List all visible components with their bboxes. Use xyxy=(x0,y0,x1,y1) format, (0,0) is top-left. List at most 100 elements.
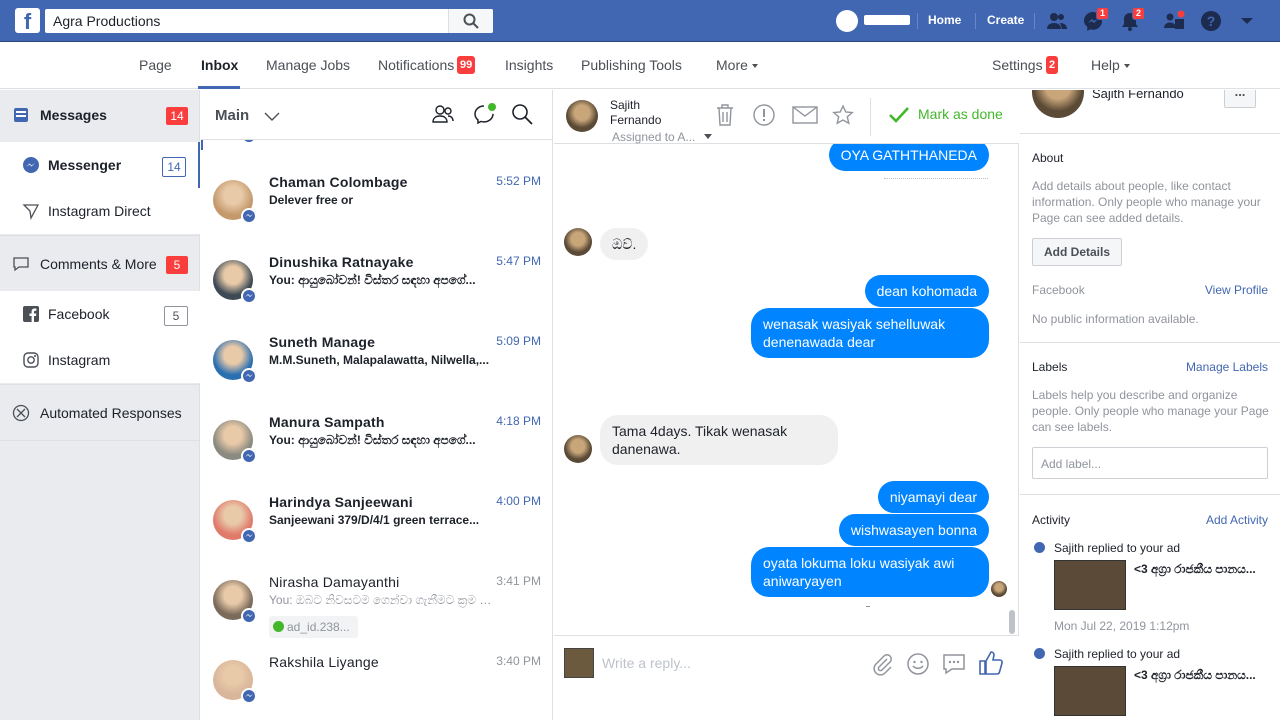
message-thread: Sajith Fernando Assigned to A... Mark as… xyxy=(554,90,1019,720)
conversation-item[interactable]: Harindya Sanjeewani 4:00 PM Sanjeewani 379… xyxy=(201,480,552,560)
activity-dot xyxy=(1034,648,1045,659)
create-link[interactable]: Create xyxy=(987,13,1024,27)
facebook-logo-icon[interactable]: f xyxy=(15,8,40,33)
conversation-time: 5:52 PM xyxy=(496,174,541,188)
caret-down-icon xyxy=(1123,64,1130,69)
chevron-down-icon[interactable] xyxy=(263,110,281,122)
tab-settings[interactable]: Settings xyxy=(992,57,1043,73)
contact-name-line2[interactable]: Fernando xyxy=(610,113,661,127)
no-public-info: No public information available. xyxy=(1032,312,1199,326)
home-link[interactable]: Home xyxy=(928,13,961,27)
spam-alert-icon[interactable] xyxy=(752,103,776,127)
search-icon[interactable] xyxy=(511,103,533,125)
ad-thumbnail[interactable] xyxy=(1054,666,1126,716)
attachment-paperclip-icon[interactable] xyxy=(870,652,894,676)
pages-icon[interactable] xyxy=(1163,10,1185,32)
sidebar-item-messenger[interactable]: Messenger 14 xyxy=(0,142,200,188)
sidebar-item-instagram[interactable]: Instagram xyxy=(0,337,200,383)
assigned-dropdown[interactable]: Assigned to A... xyxy=(612,130,695,144)
messenger-badge-icon xyxy=(241,688,257,704)
thread-header: Sajith Fernando Assigned to A... Mark as… xyxy=(554,90,1019,144)
sidebar-item-label: Facebook xyxy=(48,306,110,322)
tab-page[interactable]: Page xyxy=(139,57,172,73)
conversation-item[interactable]: Nirasha Damayanthi 3:41 PM You: ඔබට නිවසටම… xyxy=(201,560,552,640)
tab-inbox[interactable]: Inbox xyxy=(201,57,238,73)
search-box[interactable]: Agra Productions xyxy=(45,9,493,33)
ad-id-chip[interactable]: ad_id.238... xyxy=(269,616,358,638)
add-label-input[interactable]: Add label... xyxy=(1032,447,1268,479)
tab-help[interactable]: Help xyxy=(1091,57,1130,73)
messenger-badge-icon xyxy=(241,448,257,464)
sidebar-item-messages[interactable]: Messages 14 xyxy=(0,92,200,138)
active-tab-indicator xyxy=(198,86,240,89)
tab-more[interactable]: More xyxy=(716,57,758,73)
tab-insights[interactable]: Insights xyxy=(505,57,553,73)
conversation-item[interactable]: Chaman Colombage 5:52 PM Delever free or xyxy=(201,160,552,240)
manage-labels-link[interactable]: Manage Labels xyxy=(1186,360,1268,374)
divider xyxy=(975,13,976,29)
mark-as-done-button[interactable]: Mark as done xyxy=(918,106,1003,122)
trash-icon[interactable] xyxy=(714,103,736,127)
search-input[interactable]: Agra Productions xyxy=(53,13,160,29)
sidebar-item-instagram-direct[interactable]: Instagram Direct xyxy=(0,188,200,234)
caret-down-icon[interactable] xyxy=(704,134,712,139)
conversation-preview: Sanjeewani 379/D/4/1 green terrace... xyxy=(269,513,480,527)
messages-area: OYA GATHTHANEDA ඔව්. dean kohomada wenas… xyxy=(554,144,1019,635)
search-button[interactable] xyxy=(448,9,493,33)
divider xyxy=(1020,133,1280,134)
folder-dropdown[interactable]: Main xyxy=(215,107,249,124)
account-menu-chevron-down-icon[interactable] xyxy=(1236,10,1258,32)
tab-publishing-tools[interactable]: Publishing Tools xyxy=(581,57,682,73)
message-bubble-outgoing: niyamayi dear xyxy=(877,481,989,513)
view-profile-link[interactable]: View Profile xyxy=(1205,283,1268,297)
message-bubble-outgoing: oyata lokuma loku wasiyak awi aniwaryaye… xyxy=(751,547,989,597)
help-icon[interactable]: ? xyxy=(1200,10,1222,32)
typing-indicator xyxy=(866,606,870,607)
tab-more-label: More xyxy=(716,57,748,73)
messenger-badge-icon xyxy=(241,528,257,544)
ad-text[interactable]: <3 අග්‍රා රාජකීය පානය... xyxy=(1134,668,1274,683)
people-filter-icon[interactable] xyxy=(431,103,455,125)
message-bubble-incoming: Tama 4days. Tikak wenasak danenawa. xyxy=(600,415,838,465)
scrollbar-thumb[interactable] xyxy=(1009,610,1015,634)
ad-text[interactable]: <3 අග්‍රා රාජකීය පානය... xyxy=(1134,562,1274,577)
activity-dot xyxy=(1034,542,1045,553)
conversation-list: Main Kaushi Monasha5:54 PMMasa keyak bon… xyxy=(201,90,553,720)
checkmark-icon[interactable] xyxy=(888,106,910,124)
conversation-item[interactable]: Manura Sampath 4:18 PM You: ආයුබෝවන්! විස්… xyxy=(201,400,552,480)
reply-input[interactable]: Write a reply... xyxy=(602,655,691,671)
avatar[interactable] xyxy=(1032,90,1084,118)
tab-manage-jobs[interactable]: Manage Jobs xyxy=(266,57,350,73)
message-bubble-outgoing: dean kohomada xyxy=(864,275,989,307)
contact-name[interactable]: Sajith Fernando xyxy=(1092,90,1184,101)
unread-chat-icon[interactable] xyxy=(473,102,497,126)
messenger-badge-icon xyxy=(241,608,257,624)
sidebar-item-automated-responses[interactable]: Automated Responses xyxy=(0,390,200,436)
divider xyxy=(870,98,871,136)
conversation-name: Dinushika Ratnayake xyxy=(269,254,414,270)
tab-notifications[interactable]: Notifications xyxy=(378,57,454,73)
star-icon[interactable] xyxy=(832,104,854,126)
friends-icon[interactable] xyxy=(1046,10,1068,32)
avatar[interactable] xyxy=(566,100,598,132)
sidebar-item-facebook[interactable]: Facebook 5 xyxy=(0,291,200,337)
divider xyxy=(0,235,200,236)
sidebar-item-comments[interactable]: Comments & More 5 xyxy=(0,241,200,287)
conversation-item[interactable]: Dinushika Ratnayake 5:47 PM You: ආයුබෝවන්!… xyxy=(201,240,552,320)
more-options-button[interactable]: ... xyxy=(1224,90,1256,108)
profile-avatar[interactable] xyxy=(836,10,858,32)
saved-replies-icon[interactable] xyxy=(942,652,966,676)
about-text: Add details about people, like contact i… xyxy=(1032,179,1261,225)
profile-name[interactable] xyxy=(864,15,910,25)
conversation-preview: Delever free or xyxy=(269,193,354,207)
conversation-item[interactable]: Rakshila Liyange 3:40 PM xyxy=(201,640,552,720)
contact-name-line1[interactable]: Sajith xyxy=(610,98,640,112)
mark-unread-envelope-icon[interactable] xyxy=(792,105,818,125)
add-activity-link[interactable]: Add Activity xyxy=(1206,513,1268,527)
tab-help-label: Help xyxy=(1091,57,1120,73)
ad-thumbnail[interactable] xyxy=(1054,560,1126,610)
emoji-icon[interactable] xyxy=(906,652,930,676)
conversation-item[interactable]: Suneth Manage 5:09 PM M.M.Suneth, Malapala… xyxy=(201,320,552,400)
add-details-button[interactable]: Add Details xyxy=(1032,238,1123,266)
thumbs-up-icon[interactable] xyxy=(978,650,1004,676)
